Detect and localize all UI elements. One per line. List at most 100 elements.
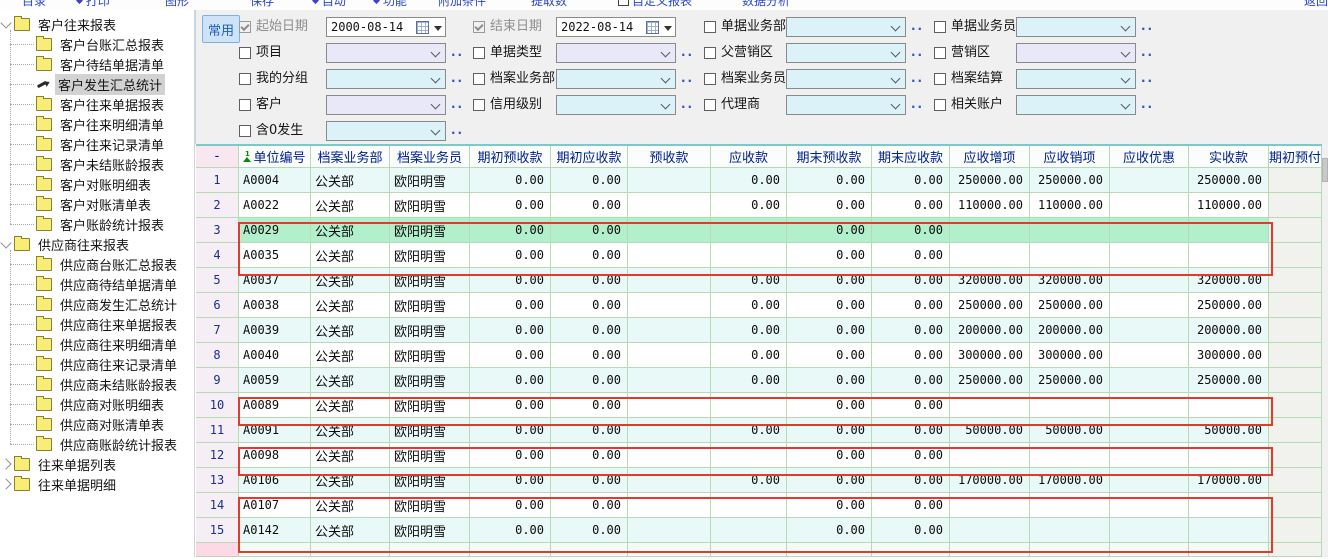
table-cell[interactable]: 50000.00	[1189, 418, 1269, 442]
table-cell[interactable]: 欧阳明雪	[390, 393, 470, 417]
table-cell[interactable]	[1269, 343, 1322, 367]
table-cell[interactable]: 0.00	[711, 343, 787, 367]
table-cell[interactable]: 250000.00	[1030, 293, 1110, 317]
ellipsis-button-7[interactable]: ..	[1141, 45, 1154, 59]
table-row-9[interactable]: 9A0059公关部欧阳明雪0.000.000.000.000.00250000.…	[196, 368, 1322, 393]
column-header-4[interactable]: 期初预收款	[470, 146, 551, 167]
table-cell[interactable]: 0.00	[872, 343, 950, 367]
table-cell[interactable]: 0.00	[787, 268, 872, 292]
table-cell[interactable]: A0059	[239, 368, 311, 392]
table-cell[interactable]: 0.00	[787, 343, 872, 367]
table-cell[interactable]	[1030, 218, 1110, 242]
ellipsis-button-8[interactable]: ..	[451, 71, 464, 85]
table-cell[interactable]: 0.00	[470, 393, 551, 417]
column-header-12[interactable]: 应收优惠	[1110, 146, 1189, 167]
table-cell[interactable]: 110000.00	[950, 193, 1030, 217]
sidebar-item-18[interactable]: 供应商未结账龄报表	[32, 374, 180, 394]
table-cell[interactable]	[628, 218, 711, 242]
sidebar-item-5[interactable]: 客户往来明细清单	[32, 114, 167, 134]
ellipsis-button-12[interactable]: ..	[451, 97, 464, 111]
table-cell[interactable]	[1030, 518, 1110, 542]
filter-checkbox-3[interactable]	[934, 21, 946, 33]
table-cell[interactable]: 欧阳明雪	[390, 268, 470, 292]
table-cell[interactable]	[1269, 243, 1322, 267]
filter-checkbox-13[interactable]	[473, 99, 485, 111]
sidebar-item-10[interactable]: 客户账龄统计报表	[32, 214, 167, 234]
sidebar-item-1[interactable]: 客户台账汇总报表	[32, 34, 167, 54]
row-number-cell[interactable]: 7	[196, 318, 239, 342]
table-cell[interactable]	[1189, 393, 1269, 417]
filter-checkbox-12[interactable]	[239, 99, 251, 111]
table-cell[interactable]	[1030, 243, 1110, 267]
table-cell[interactable]: A0029	[239, 218, 311, 242]
sidebar-item-23[interactable]: 往来单据明细	[2, 474, 119, 494]
table-cell[interactable]: 0.00	[872, 218, 950, 242]
table-cell[interactable]	[628, 393, 711, 417]
table-cell[interactable]: 公关部	[311, 443, 390, 467]
table-cell[interactable]: 50000.00	[950, 418, 1030, 442]
table-cell[interactable]	[1269, 268, 1322, 292]
table-cell[interactable]	[711, 443, 787, 467]
table-cell[interactable]: 公关部	[311, 368, 390, 392]
table-cell[interactable]: 0.00	[711, 318, 787, 342]
table-cell[interactable]	[950, 493, 1030, 517]
table-cell[interactable]	[628, 343, 711, 367]
table-cell[interactable]: 0.00	[470, 518, 551, 542]
table-cell[interactable]: 300000.00	[1030, 343, 1110, 367]
table-cell[interactable]: 0.00	[787, 243, 872, 267]
chevron-collapsed-icon[interactable]	[0, 458, 11, 469]
row-number-cell[interactable]: 4	[196, 243, 239, 267]
table-cell[interactable]: 0.00	[711, 293, 787, 317]
filter-select-15[interactable]	[1016, 95, 1136, 115]
column-header-1[interactable]: 1单位编号	[239, 146, 311, 167]
filter-select-7[interactable]	[1016, 43, 1136, 63]
table-cell[interactable]: 欧阳明雪	[390, 468, 470, 492]
sidebar-item-0[interactable]: 客户往来报表	[2, 14, 119, 34]
table-row-10[interactable]: 10A0089公关部欧阳明雪0.000.000.000.00	[196, 393, 1322, 418]
filter-select-4[interactable]	[326, 43, 446, 63]
filter-select-5[interactable]	[556, 43, 676, 63]
table-cell[interactable]: 公关部	[311, 193, 390, 217]
table-cell[interactable]: 0.00	[872, 318, 950, 342]
scrollbar-thumb[interactable]	[1322, 158, 1328, 182]
sidebar-item-14[interactable]: 供应商发生汇总统计	[32, 294, 180, 314]
table-cell[interactable]: 欧阳明雪	[390, 418, 470, 442]
date-input-1[interactable]: 2022-08-14	[556, 17, 676, 37]
table-cell[interactable]: 0.00	[711, 418, 787, 442]
table-cell[interactable]: 250000.00	[1189, 368, 1269, 392]
table-cell[interactable]	[950, 443, 1030, 467]
table-cell[interactable]: 0.00	[787, 193, 872, 217]
table-cell[interactable]	[1189, 243, 1269, 267]
table-cell[interactable]	[1269, 443, 1322, 467]
table-cell[interactable]	[628, 468, 711, 492]
table-cell[interactable]	[628, 318, 711, 342]
table-cell[interactable]	[950, 243, 1030, 267]
sidebar-item-15[interactable]: 供应商往来单据报表	[32, 314, 180, 334]
table-cell[interactable]: A0098	[239, 443, 311, 467]
sidebar-item-3[interactable]: 客户发生汇总统计	[32, 74, 165, 94]
column-header-11[interactable]: 应收销项	[1030, 146, 1110, 167]
row-number-cell[interactable]: 8	[196, 343, 239, 367]
menu-item-8[interactable]: 自定义报表	[618, 0, 692, 9]
table-cell[interactable]: 0.00	[787, 293, 872, 317]
table-cell[interactable]: 0.00	[711, 168, 787, 192]
table-cell[interactable]	[628, 168, 711, 192]
table-cell[interactable]: 0.00	[551, 243, 628, 267]
table-cell[interactable]: 0.00	[470, 418, 551, 442]
column-header-8[interactable]: 期末预收款	[787, 146, 872, 167]
column-header-14[interactable]: 期初预付	[1269, 146, 1322, 167]
filter-checkbox-16[interactable]	[239, 125, 251, 137]
table-cell[interactable]	[1269, 318, 1322, 342]
table-cell[interactable]: 0.00	[872, 393, 950, 417]
table-cell[interactable]: 0.00	[872, 493, 950, 517]
menu-item-5[interactable]: ◆功能	[373, 0, 407, 9]
filter-select-14[interactable]	[786, 95, 906, 115]
table-cell[interactable]: 0.00	[787, 218, 872, 242]
table-cell[interactable]	[1189, 443, 1269, 467]
chevron-expanded-icon[interactable]	[0, 237, 11, 248]
table-cell[interactable]	[1189, 493, 1269, 517]
table-cell[interactable]	[1189, 518, 1269, 542]
table-cell[interactable]	[1269, 168, 1322, 192]
filter-select-12[interactable]	[326, 95, 446, 115]
sidebar-item-19[interactable]: 供应商对账明细表	[32, 394, 167, 414]
